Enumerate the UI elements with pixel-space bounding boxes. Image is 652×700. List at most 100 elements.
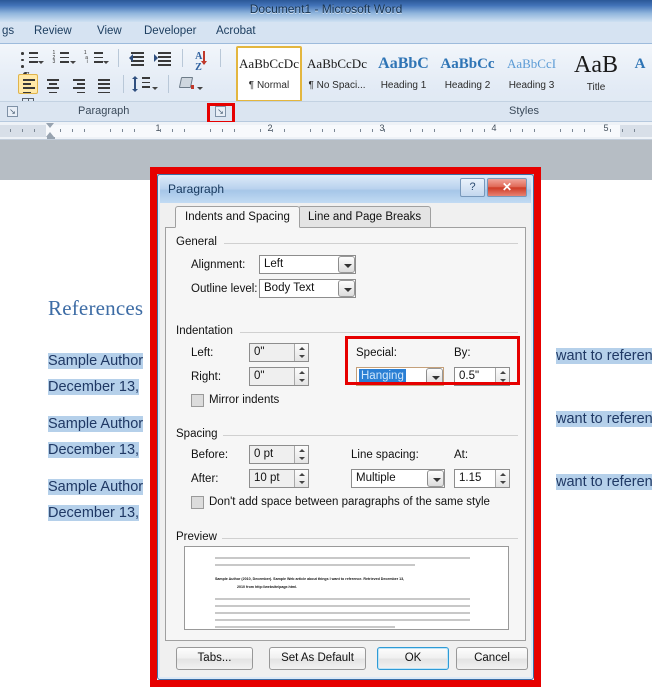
ruler-number-5: 5: [603, 123, 609, 133]
style-sample: AaBbC: [378, 55, 429, 72]
chevron-down-icon[interactable]: [70, 61, 77, 64]
dont-add-space-label: Don't add space between paragraphs of th…: [209, 496, 490, 508]
multilevel-list-icon[interactable]: 1 a i: [83, 48, 110, 68]
by-spinner[interactable]: 0.5": [454, 367, 510, 386]
ruler-margin-right: [620, 125, 652, 137]
ribbon-tab-view[interactable]: View: [97, 25, 122, 37]
tabs-button[interactable]: Tabs...: [176, 647, 253, 670]
ribbon-tab-developer[interactable]: Developer: [144, 25, 196, 37]
style-name: Heading 3: [508, 80, 555, 91]
paragraph-group-row-2: [18, 74, 228, 110]
numbering-icon[interactable]: 123: [50, 48, 77, 68]
special-combobox[interactable]: Hanging: [356, 367, 444, 386]
stepper-arrows-icon[interactable]: [294, 470, 308, 487]
chevron-down-icon[interactable]: [197, 87, 204, 90]
paragraph-dialog[interactable]: Paragraph ? ✕ Indents and Spacing Line a…: [157, 174, 534, 680]
dialog-tab-strip[interactable]: Indents and Spacing Line and Page Breaks: [165, 206, 526, 228]
help-button[interactable]: ?: [460, 178, 485, 197]
special-label: Special:: [356, 347, 397, 359]
after-label: After:: [191, 473, 219, 485]
chevron-down-icon[interactable]: [38, 61, 44, 64]
chevron-down-icon[interactable]: [338, 256, 355, 273]
chevron-down-icon[interactable]: [427, 470, 444, 487]
style-item-partial[interactable]: A: [628, 46, 652, 102]
left-indent-spinner[interactable]: 0": [249, 343, 309, 362]
divider: [181, 49, 183, 67]
style-item-heading-3[interactable]: AaBbCcI Heading 3: [500, 46, 563, 102]
after-spinner[interactable]: 10 pt: [249, 469, 309, 488]
outline-level-label: Outline level:: [191, 283, 258, 295]
divider: [122, 75, 124, 93]
bullets-icon[interactable]: [18, 48, 45, 68]
ribbon-group-labels: ↘ Paragraph ↘ Styles: [0, 101, 652, 121]
dont-add-space-checkbox[interactable]: [191, 496, 204, 509]
divider: [118, 49, 120, 67]
at-label: At:: [454, 449, 469, 461]
mirror-indents-checkbox[interactable]: [191, 394, 204, 407]
close-icon[interactable]: ✕: [487, 178, 527, 197]
style-item-heading-2[interactable]: AaBbCc Heading 2: [436, 46, 499, 102]
reference-2-line-2: December 13,: [48, 442, 140, 458]
tab-indents-and-spacing[interactable]: Indents and Spacing: [175, 206, 300, 228]
sort-icon[interactable]: AZ: [191, 48, 211, 73]
chevron-down-icon[interactable]: [102, 61, 109, 64]
style-item-no-spacing[interactable]: AaBbCcDc ¶ No Spaci...: [303, 46, 371, 102]
at-value: 1.15: [459, 472, 482, 484]
ruler-track: [0, 125, 652, 137]
right-indent-spinner[interactable]: 0": [249, 367, 309, 386]
line-spacing-label: Line spacing:: [351, 449, 419, 461]
increase-indent-icon[interactable]: [153, 48, 173, 68]
special-value: Hanging: [359, 369, 406, 382]
general-section-label: General: [176, 236, 222, 248]
outline-level-value: Body Text: [264, 282, 315, 294]
tab-line-and-page-breaks[interactable]: Line and Page Breaks: [298, 206, 432, 228]
reference-3-line-1: Sample Author: [48, 479, 144, 495]
right-indent-label: Right:: [191, 371, 222, 383]
cancel-button[interactable]: Cancel: [456, 647, 528, 670]
line-spacing-icon[interactable]: [132, 74, 159, 94]
style-item-title[interactable]: AaB Title: [564, 46, 628, 102]
justify-icon[interactable]: [94, 74, 114, 94]
align-left-icon[interactable]: [18, 74, 38, 94]
spacing-section-label: Spacing: [176, 428, 223, 440]
ribbon-tab-strip[interactable]: gs Review View Developer Acrobat: [0, 22, 652, 44]
decrease-indent-icon[interactable]: [128, 48, 148, 68]
indents-and-spacing-panel: General Alignment: Left Outline level: B…: [165, 227, 526, 641]
stepper-arrows-icon[interactable]: [294, 368, 308, 385]
chevron-down-icon[interactable]: [152, 87, 159, 90]
align-center-icon[interactable]: [43, 74, 63, 94]
style-sample: AaBbCcDc: [307, 56, 367, 71]
chevron-down-icon[interactable]: [338, 280, 355, 297]
indent-marker-icon[interactable]: [46, 123, 55, 139]
ribbon-tab-review[interactable]: Review: [34, 25, 72, 37]
ribbon-tab-gs[interactable]: gs: [2, 25, 14, 37]
alignment-combobox[interactable]: Left: [259, 255, 356, 274]
ruler-number-1: 1: [155, 123, 161, 133]
before-spinner[interactable]: 0 pt: [249, 445, 309, 464]
chevron-down-icon[interactable]: [426, 368, 443, 385]
paragraph-dialog-launcher[interactable]: ↘: [215, 106, 226, 117]
line-spacing-combobox[interactable]: Multiple: [351, 469, 445, 488]
ruler-margin-left: [0, 125, 46, 137]
align-right-icon[interactable]: [69, 74, 89, 94]
word-application-window: Document1 - Microsoft Word gs Review Vie…: [0, 0, 652, 700]
ribbon-tab-acrobat[interactable]: Acrobat: [216, 25, 256, 37]
style-item-normal[interactable]: AaBbCcDc ¶ Normal: [236, 46, 302, 102]
outline-level-combobox[interactable]: Body Text: [259, 279, 356, 298]
set-as-default-button[interactable]: Set As Default: [269, 647, 366, 670]
font-dialog-launcher[interactable]: ↘: [7, 106, 18, 117]
left-indent-value: 0": [254, 346, 265, 358]
ok-button[interactable]: OK: [377, 647, 449, 670]
stepper-arrows-icon[interactable]: [294, 446, 308, 463]
ribbon-body: 123 1 a i A Z AaBbCcDc ¶ Normal AaBbCcDc…: [0, 44, 652, 122]
at-spinner[interactable]: 1.15: [454, 469, 510, 488]
stepper-arrows-icon[interactable]: [294, 344, 308, 361]
style-sample: A: [634, 56, 646, 72]
horizontal-ruler[interactable]: 1 2 3 4 5: [0, 122, 652, 140]
dialog-title-bar: Paragraph ? ✕: [160, 177, 531, 203]
stepper-arrows-icon[interactable]: [495, 368, 509, 385]
style-name: Title: [586, 82, 606, 93]
shading-icon[interactable]: [177, 74, 204, 94]
stepper-arrows-icon[interactable]: [495, 470, 509, 487]
style-item-heading-1[interactable]: AaBbC Heading 1: [372, 46, 435, 102]
